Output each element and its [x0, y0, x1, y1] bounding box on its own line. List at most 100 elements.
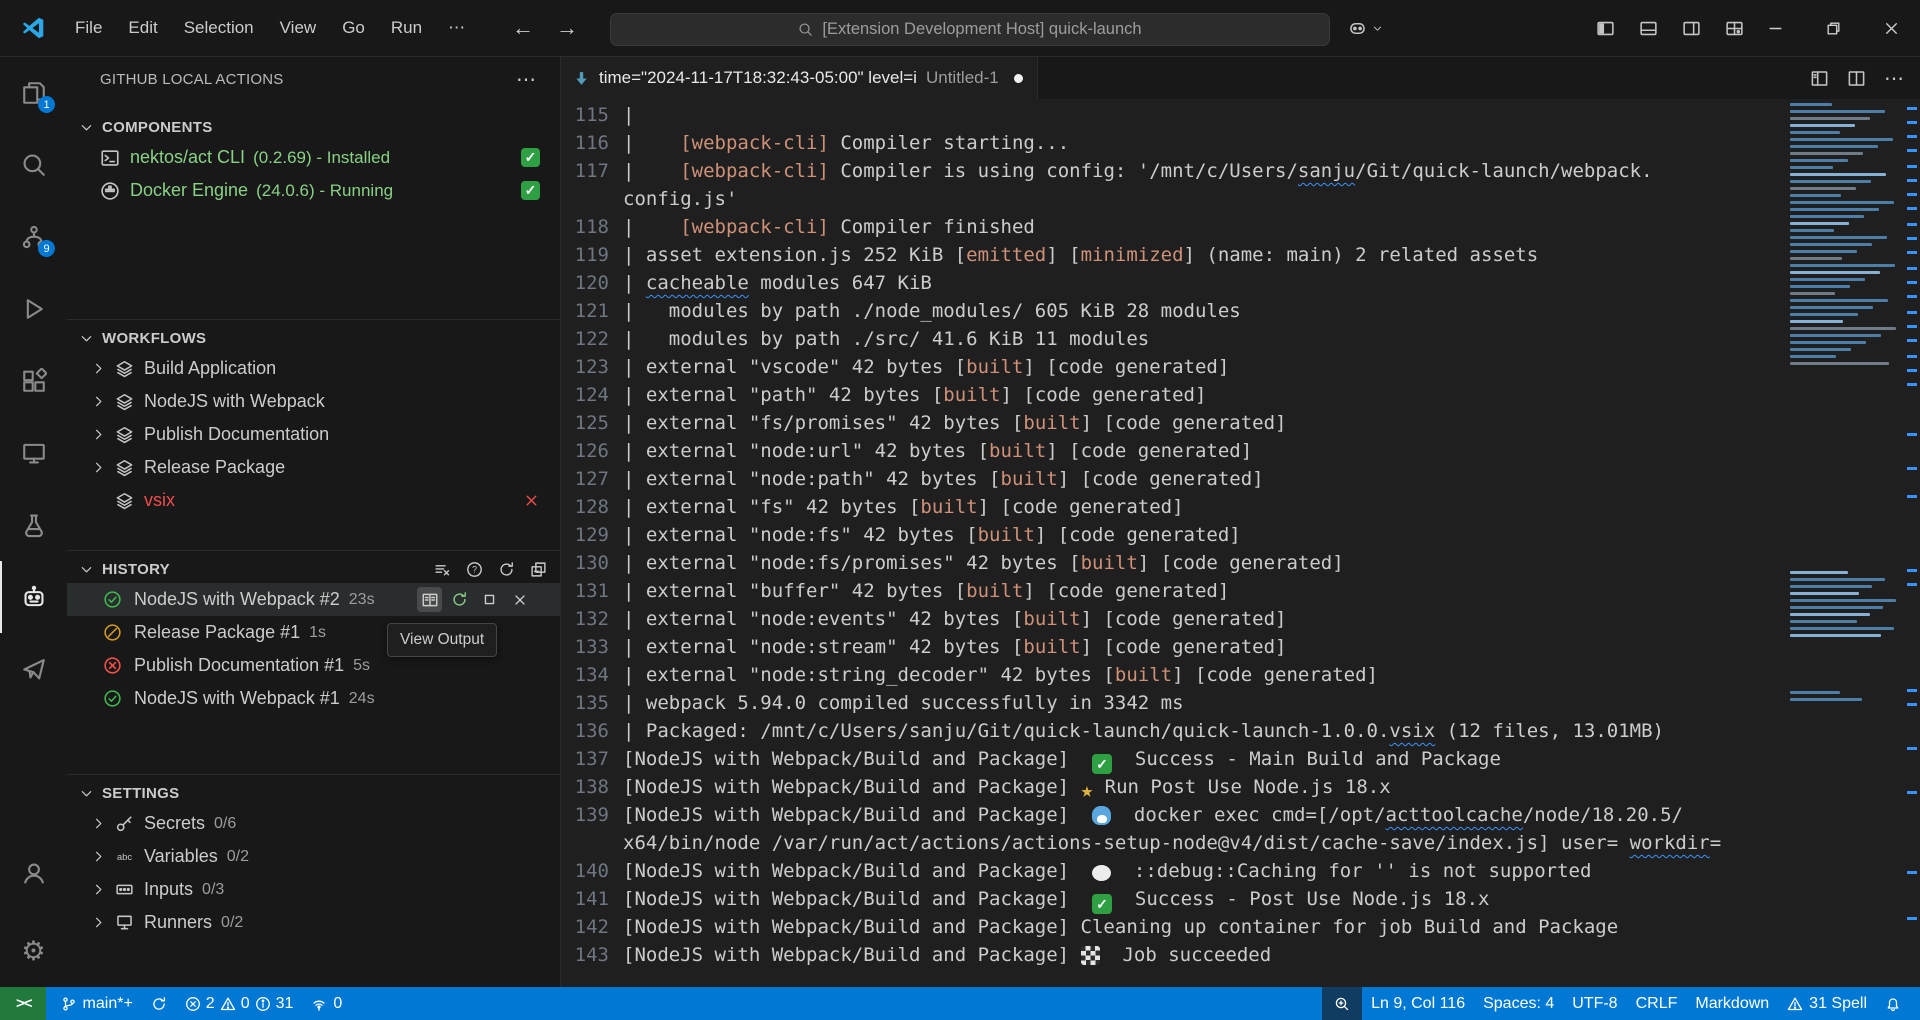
menu-run[interactable]: Run	[378, 12, 435, 44]
statusbar-notifications[interactable]	[1876, 987, 1910, 1020]
view-output-icon[interactable]	[417, 587, 442, 612]
maximize-button[interactable]	[1804, 0, 1862, 56]
component-item[interactable]: nektos/act CLI(0.2.69) - Installed✓	[67, 141, 560, 174]
activity-item-remote-explorer[interactable]	[0, 417, 67, 489]
activity-item-github-actions[interactable]	[0, 633, 67, 705]
dismiss-icon[interactable]	[507, 587, 532, 612]
workflow-item-nodejs-with-webpack[interactable]: NodeJS with Webpack	[67, 385, 560, 418]
copilot-button[interactable]	[1348, 13, 1383, 44]
toggle-panel-icon[interactable]	[1639, 19, 1658, 38]
chevron-right-icon[interactable]	[91, 460, 107, 475]
modified-dot-icon[interactable]	[1014, 74, 1023, 83]
section-header-history[interactable]: HISTORY?	[67, 555, 560, 583]
activity-item-github-local-actions[interactable]	[0, 561, 67, 633]
activity-item-source-control[interactable]: 9	[0, 201, 67, 273]
editor-line: 125| external "fs/promises" 42 bytes [bu…	[561, 409, 1786, 437]
section-header-components[interactable]: COMPONENTS	[67, 113, 560, 141]
workflow-item-release-package[interactable]: Release Package	[67, 451, 560, 484]
split-editor-icon[interactable]	[1847, 69, 1866, 88]
menu-edit[interactable]: Edit	[115, 12, 170, 44]
gear-icon: ⚙	[21, 938, 45, 965]
line-text: | external "fs/promises" 42 bytes [built…	[609, 409, 1286, 437]
editor-tab[interactable]: time="2024-11-17T18:32:43-05:00" level=i…	[561, 57, 1038, 99]
forward-arrow-icon[interactable]: →	[556, 15, 578, 41]
close-button[interactable]	[1862, 0, 1920, 56]
clear-history-icon[interactable]	[430, 557, 454, 581]
statusbar-eol[interactable]: CRLF	[1627, 987, 1687, 1020]
settings-item-runners[interactable]: Runners 0/2	[67, 906, 560, 939]
menu-view[interactable]: View	[267, 12, 330, 44]
chevron-right-icon[interactable]	[91, 915, 107, 930]
chevron-right-icon[interactable]	[91, 816, 107, 831]
toggle-secondary-sidebar-icon[interactable]	[1682, 19, 1701, 38]
history-item[interactable]: NodeJS with Webpack #223s	[67, 583, 560, 616]
editor-line: 142[NodeJS with Webpack/Build and Packag…	[561, 913, 1786, 941]
command-center[interactable]: [Extension Development Host] quick-launc…	[610, 13, 1330, 46]
line-number: 142	[561, 913, 609, 941]
activity-item-explorer[interactable]: 1	[0, 57, 67, 129]
workflow-item-publish-documentation[interactable]: Publish Documentation	[67, 418, 560, 451]
statusbar-git-branch[interactable]: main*+	[52, 987, 142, 1020]
component-status-text: (24.0.6) - Running	[256, 181, 393, 201]
line-text: [NodeJS with Webpack/Build and Package] …	[609, 941, 1271, 969]
menu-[interactable]: ⋯	[435, 12, 478, 44]
chevron-right-icon[interactable]	[91, 361, 107, 376]
activity-item-testing[interactable]	[0, 489, 67, 561]
remote-indicator[interactable]: ><	[0, 987, 46, 1020]
minimap[interactable]	[1786, 99, 1902, 987]
settings-item-variables[interactable]: abcVariables0/2	[67, 840, 560, 873]
activity-item-settings-gear[interactable]: ⚙	[0, 915, 67, 987]
chevron-right-icon[interactable]	[91, 882, 107, 897]
statusbar-git-sync[interactable]	[142, 987, 176, 1020]
statusbar-encoding[interactable]: UTF-8	[1563, 987, 1626, 1020]
statusbar-indentation[interactable]: Spaces: 4	[1474, 987, 1563, 1020]
more-actions-icon[interactable]: ⋯	[1884, 66, 1904, 91]
emoji-speech-icon	[1092, 865, 1111, 881]
settings-count: 0/2	[221, 914, 243, 932]
component-item[interactable]: Docker Engine(24.0.6) - Running✓	[67, 174, 560, 207]
chevron-right-icon[interactable]	[91, 394, 107, 409]
statusbar-ports[interactable]: 0	[302, 987, 351, 1020]
settings-label: Runners	[144, 912, 212, 933]
back-arrow-icon[interactable]: ←	[512, 15, 534, 41]
restart-icon[interactable]	[447, 587, 472, 612]
minimize-button[interactable]	[1746, 0, 1804, 56]
statusbar-problems[interactable]: 2031	[176, 987, 303, 1020]
statusbar-zoom-indicator[interactable]	[1322, 987, 1362, 1020]
workflow-item-build-application[interactable]: Build Application	[67, 352, 560, 385]
settings-item-inputs[interactable]: Inputs0/3	[67, 873, 560, 906]
line-text: | external "node:stream" 42 bytes [built…	[609, 633, 1286, 661]
customize-layout-icon[interactable]	[1725, 19, 1744, 38]
menu-selection[interactable]: Selection	[171, 12, 267, 44]
activity-item-search[interactable]	[0, 129, 67, 201]
section-label: HISTORY	[102, 561, 170, 578]
more-actions-icon[interactable]: ⋯	[516, 67, 538, 92]
help-icon[interactable]: ?	[462, 557, 486, 581]
stop-icon[interactable]	[477, 587, 502, 612]
activity-item-run-and-debug[interactable]	[0, 273, 67, 345]
activity-item-extensions[interactable]	[0, 345, 67, 417]
editor-content[interactable]: 115|116| [webpack-cli] Compiler starting…	[561, 99, 1786, 987]
refresh-icon[interactable]	[494, 557, 518, 581]
chevron-right-icon[interactable]	[91, 849, 107, 864]
line-text: | [webpack-cli] Compiler starting...	[609, 129, 1069, 157]
statusbar-spell-checker[interactable]: 31 Spell	[1778, 987, 1876, 1020]
section-header-workflows[interactable]: WORKFLOWS	[67, 324, 560, 352]
chevron-right-icon[interactable]	[91, 427, 107, 442]
toggle-primary-sidebar-icon[interactable]	[1596, 19, 1615, 38]
menu-go[interactable]: Go	[329, 12, 378, 44]
section-header-settings[interactable]: SETTINGS	[67, 779, 560, 807]
activity-item-accounts[interactable]	[0, 837, 67, 909]
collapse-all-icon[interactable]	[526, 557, 550, 581]
line-text: [NodeJS with Webpack/Build and Package] …	[609, 913, 1618, 941]
history-item[interactable]: NodeJS with Webpack #124s	[67, 682, 560, 715]
menu-file[interactable]: File	[62, 12, 115, 44]
statusbar-cursor-position[interactable]: Ln 9, Col 116	[1362, 987, 1474, 1020]
side-by-side-preview-icon[interactable]	[1810, 69, 1829, 88]
editor-line: 139[NodeJS with Webpack/Build and Packag…	[561, 801, 1786, 829]
statusbar-language-mode[interactable]: Markdown	[1686, 987, 1778, 1020]
editor-line: 131| external "buffer" 42 bytes [built] …	[561, 577, 1786, 605]
workflow-item-vsix[interactable]: vsix	[67, 484, 560, 517]
settings-item-secrets[interactable]: Secrets0/6	[67, 807, 560, 840]
history-duration: 1s	[309, 624, 326, 642]
